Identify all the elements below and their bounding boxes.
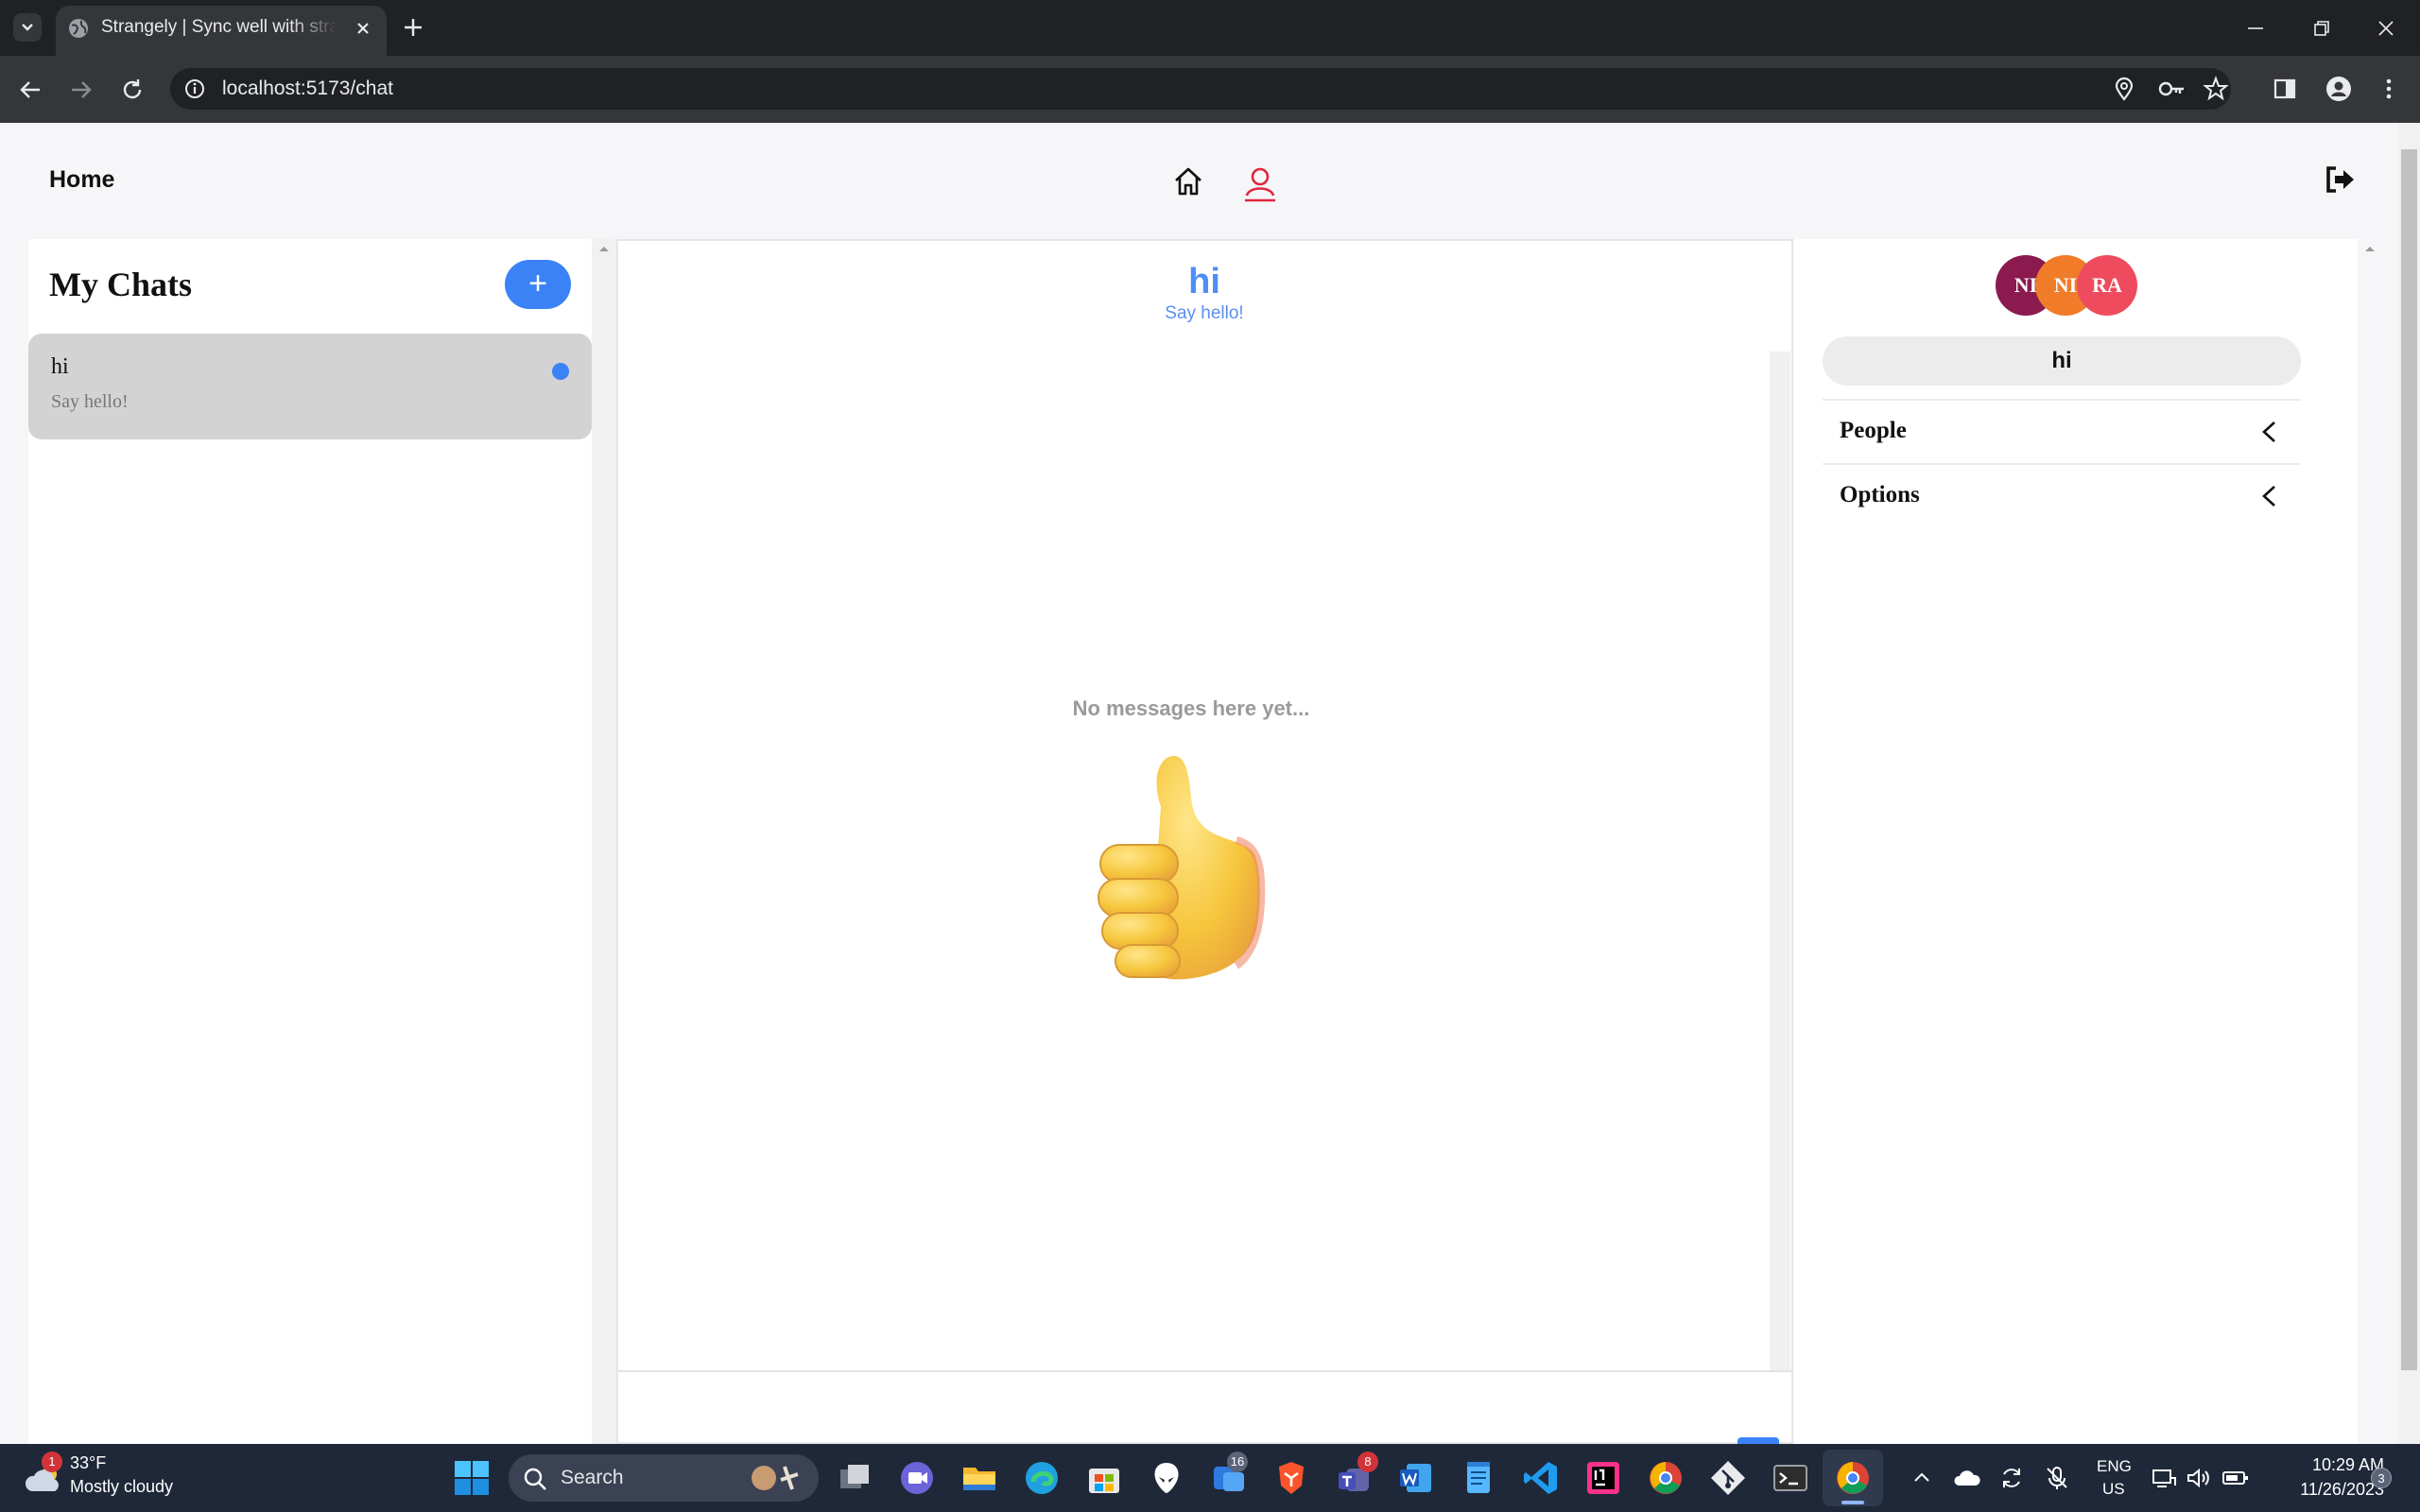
microphone-muted-icon[interactable] (2044, 1465, 2070, 1491)
avatar-initials: NI (2014, 273, 2038, 297)
new-chat-button[interactable]: + (505, 260, 571, 309)
options-section-label: Options (1840, 482, 1920, 507)
url-text[interactable]: localhost:5173/chat (222, 77, 393, 100)
teams-badge: 8 (1357, 1452, 1378, 1472)
taskbar-search-label: Search (561, 1467, 624, 1488)
network-icon[interactable] (2152, 1467, 2176, 1489)
page-scrollbar-thumb[interactable] (2401, 149, 2417, 1370)
home-link[interactable]: Home (49, 166, 114, 194)
chat-list-scrollbar[interactable] (592, 239, 616, 1444)
browser-menu-icon[interactable] (2377, 77, 2401, 101)
language-region[interactable]: US (2102, 1480, 2125, 1499)
forward-arrow-icon[interactable] (68, 77, 95, 103)
chrome-icon[interactable] (1647, 1459, 1685, 1497)
chat-list-item[interactable] (28, 334, 592, 439)
new-tab-icon[interactable] (402, 16, 424, 39)
avatar-initials: RA (2092, 273, 2122, 297)
file-explorer-icon[interactable] (960, 1459, 998, 1497)
edge-browser-icon[interactable] (1023, 1459, 1061, 1497)
avatar: RA (2077, 255, 2137, 316)
weather-description[interactable]: Mostly cloudy (70, 1477, 173, 1497)
search-icon (523, 1467, 547, 1491)
details-scrollbar[interactable] (2358, 239, 2382, 1444)
options-section-toggle[interactable]: Options (1823, 463, 2301, 525)
terminal-icon[interactable] (1772, 1459, 1809, 1497)
back-arrow-icon[interactable] (17, 77, 43, 103)
tab-search-dropdown-icon[interactable] (13, 13, 42, 42)
minimize-window-icon[interactable] (2244, 17, 2267, 40)
chat-profile-icon[interactable] (1242, 164, 1278, 202)
close-tab-icon[interactable] (353, 18, 373, 39)
chat-list-title: My Chats (49, 266, 192, 303)
address-bar[interactable] (170, 68, 2231, 110)
clock-time[interactable]: 10:29 AM (2269, 1455, 2384, 1475)
task-view-icon[interactable] (836, 1459, 873, 1497)
logout-icon[interactable] (2324, 164, 2356, 195)
vscode-icon[interactable] (1522, 1459, 1560, 1497)
teams-chat-badge: 16 (1227, 1452, 1248, 1472)
unread-indicator (552, 363, 569, 380)
send-button[interactable] (1737, 1437, 1779, 1444)
chevron-left-icon (2259, 484, 2280, 508)
empty-messages-text: No messages here yet... (1072, 696, 1310, 720)
bookmark-star-icon[interactable] (2203, 76, 2229, 102)
weather-badge: 1 (42, 1452, 62, 1472)
sync-icon[interactable] (1998, 1465, 2025, 1491)
globe-icon (68, 18, 89, 39)
git-icon[interactable] (1709, 1459, 1747, 1497)
group-name: hi (1823, 336, 2301, 386)
message-input-area[interactable] (618, 1370, 1791, 1442)
chrome-active-icon[interactable] (1834, 1459, 1872, 1497)
battery-icon[interactable] (2221, 1469, 2250, 1487)
alienware-icon[interactable] (1148, 1459, 1185, 1497)
chevron-left-icon (2259, 420, 2280, 444)
brave-browser-icon[interactable] (1272, 1459, 1310, 1497)
restore-window-icon[interactable] (2310, 17, 2333, 40)
chat-item-name: hi (51, 354, 69, 379)
teams-meet-icon[interactable] (898, 1459, 936, 1497)
active-app-indicator (1841, 1501, 1864, 1504)
tab-title: Strangely | Sync well with strangers (101, 17, 337, 37)
intellij-icon[interactable] (1584, 1459, 1622, 1497)
location-pin-icon[interactable] (2112, 77, 2136, 101)
conversation-subtitle: Say hello! (1165, 303, 1244, 323)
password-key-icon[interactable] (2157, 77, 2186, 101)
volume-icon[interactable] (2186, 1467, 2210, 1489)
people-section-label: People (1840, 418, 1907, 443)
clock-date[interactable]: 11/26/2023 (2269, 1480, 2384, 1500)
start-windows-icon[interactable] (454, 1460, 490, 1496)
show-hidden-icons-chevron-icon[interactable] (1911, 1468, 1932, 1488)
notifications-badge[interactable]: 3 (2371, 1468, 2392, 1488)
conversation-title: hi (1188, 262, 1220, 301)
language-indicator[interactable]: ENG (2097, 1457, 2132, 1476)
notepad-icon[interactable] (1460, 1459, 1497, 1497)
side-panel-icon[interactable] (2273, 77, 2297, 101)
people-section-toggle[interactable]: People (1823, 399, 2301, 461)
microsoft-store-icon[interactable] (1085, 1459, 1123, 1497)
avatar-initials: NI (2053, 273, 2078, 297)
home-icon[interactable] (1172, 165, 1204, 198)
search-highlight-icon (747, 1461, 804, 1495)
close-window-icon[interactable] (2375, 17, 2397, 40)
onedrive-cloud-icon[interactable] (1953, 1467, 1981, 1489)
thumbs-up-icon (1095, 750, 1293, 987)
weather-temperature[interactable]: 33°F (70, 1453, 106, 1473)
messages-scrollbar[interactable] (1770, 352, 1790, 1370)
word-icon[interactable] (1397, 1459, 1435, 1497)
chat-item-preview: Say hello! (51, 391, 129, 412)
site-info-icon[interactable] (183, 77, 206, 100)
profile-icon[interactable] (2325, 76, 2352, 102)
reload-icon[interactable] (119, 77, 146, 103)
